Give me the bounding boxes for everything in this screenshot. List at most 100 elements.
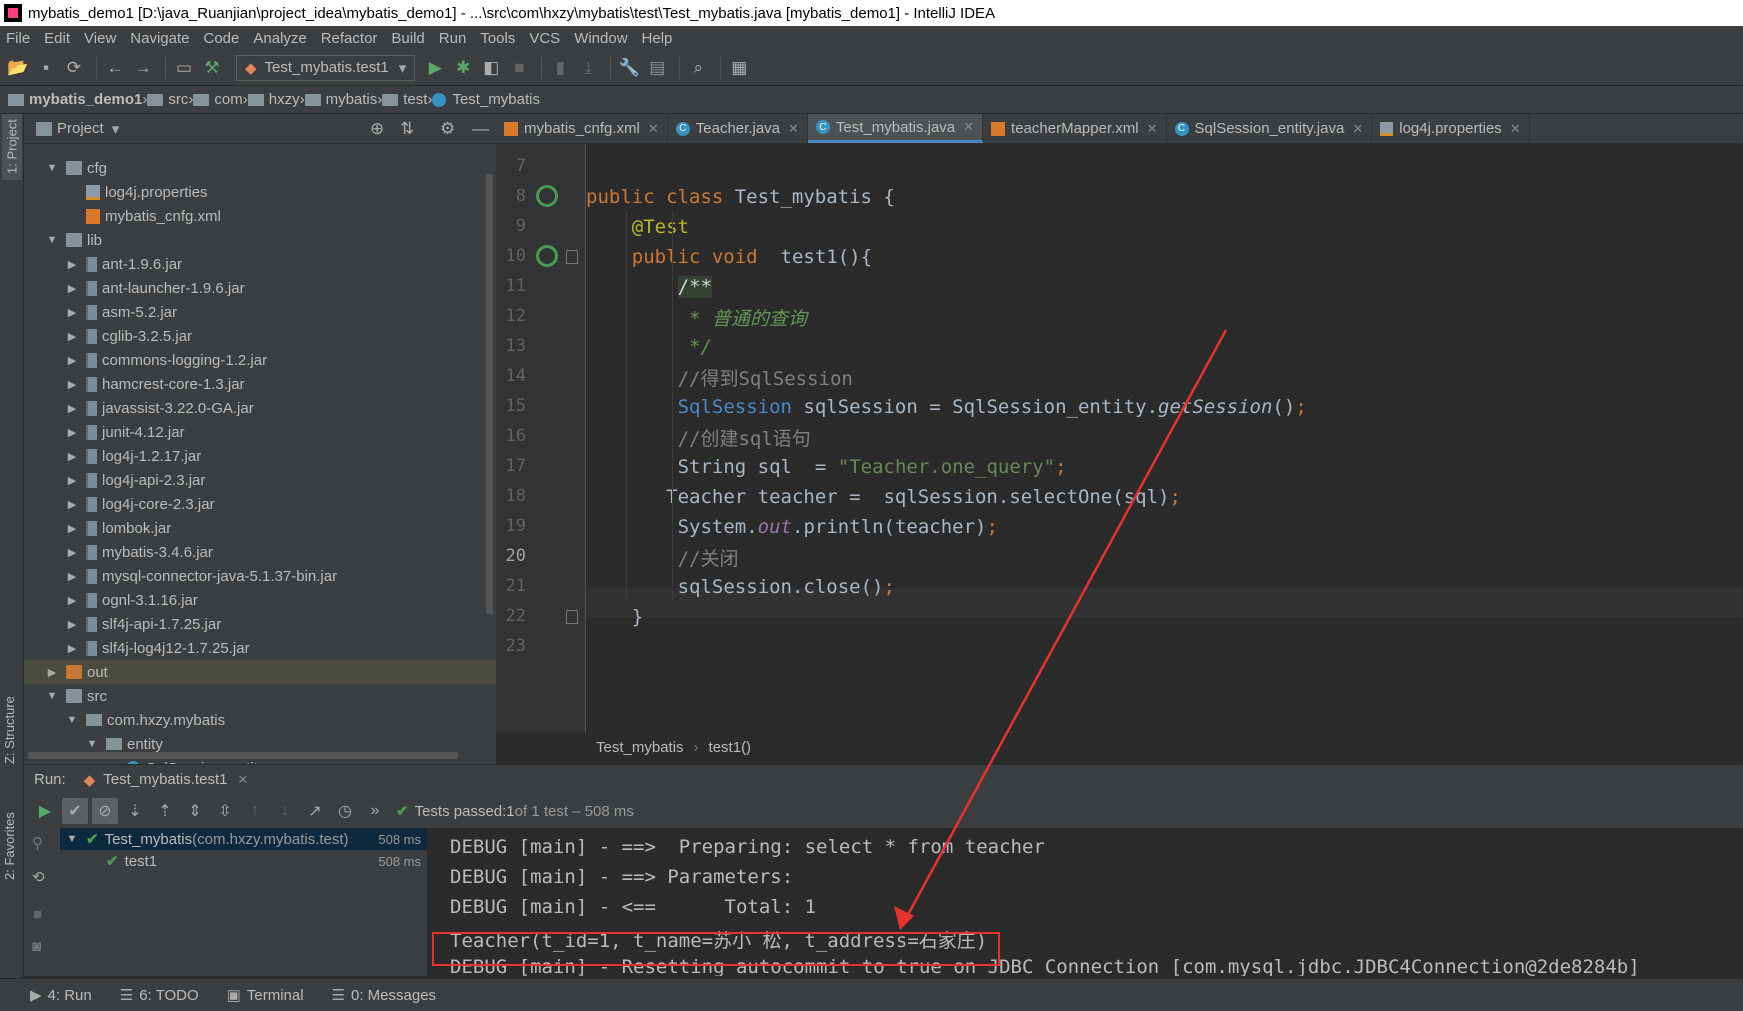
tree-item[interactable]: ▶ asm-5.2.jar: [24, 300, 496, 324]
menu-item-help[interactable]: Help: [642, 30, 673, 47]
restore-layout-icon[interactable]: ⟲: [32, 868, 45, 886]
tree-item[interactable]: ▶ log4j-api-2.3.jar: [24, 468, 496, 492]
expand-down-icon[interactable]: ▼: [46, 234, 58, 246]
settings-wrench-icon[interactable]: 🔧: [617, 56, 641, 80]
fold-marker-icon[interactable]: [566, 250, 578, 264]
tree-item[interactable]: ▶ ognl-3.1.16.jar: [24, 588, 496, 612]
tree-item[interactable]: ▼ com.hxzy.mybatis: [24, 708, 496, 732]
breadcrumb-item[interactable]: hxzy: [247, 91, 300, 108]
editor-tab[interactable]: teacherMapper.xml ✕: [983, 114, 1167, 143]
close-icon[interactable]: ✕: [963, 119, 974, 135]
hide-panel-icon[interactable]: —: [472, 119, 489, 139]
expand-right-icon[interactable]: ▶: [66, 330, 78, 343]
tree-item[interactable]: ▶ ant-launcher-1.9.6.jar: [24, 276, 496, 300]
tree-item[interactable]: ▶ out: [24, 660, 496, 684]
tree-item[interactable]: ▶ javassist-3.22.0-GA.jar: [24, 396, 496, 420]
tree-item[interactable]: log4j.properties: [24, 180, 496, 204]
search-icon[interactable]: ⌕: [686, 56, 710, 80]
export-icon[interactable]: ↗: [302, 798, 328, 824]
tree-item[interactable]: ▶ mysql-connector-java-5.1.37-bin.jar: [24, 564, 496, 588]
menu-item-refactor[interactable]: Refactor: [321, 30, 378, 47]
open-folder-icon[interactable]: 📂: [6, 56, 30, 80]
tree-item[interactable]: ▶ cglib-3.2.5.jar: [24, 324, 496, 348]
sort-duration-icon[interactable]: ⇡: [152, 798, 178, 824]
project-structure-folder-icon[interactable]: ▤: [645, 56, 669, 80]
project-tool-tab[interactable]: 1: Project: [2, 114, 22, 180]
expand-right-icon[interactable]: ▶: [66, 426, 78, 439]
menu-item-run[interactable]: Run: [439, 30, 467, 47]
menu-item-analyze[interactable]: Analyze: [253, 30, 306, 47]
show-ignored-icon[interactable]: ⊘: [92, 798, 118, 824]
expand-right-icon[interactable]: ▶: [66, 306, 78, 319]
menu-item-edit[interactable]: Edit: [44, 30, 70, 47]
expand-right-icon[interactable]: ▶: [66, 594, 78, 607]
expand-down-icon[interactable]: ▼: [46, 690, 58, 702]
breadcrumb-item[interactable]: test: [382, 91, 427, 108]
expand-right-icon[interactable]: ▶: [66, 258, 78, 271]
menu-item-navigate[interactable]: Navigate: [130, 30, 189, 47]
stop-icon[interactable]: ■: [507, 56, 531, 80]
expand-down-icon[interactable]: ▼: [66, 833, 78, 845]
forward-icon[interactable]: →: [131, 56, 155, 80]
status-tool-3[interactable]: ☰ 0: Messages: [332, 986, 437, 1005]
structure-tool-tab[interactable]: Z: Structure: [2, 680, 17, 764]
expand-right-icon[interactable]: ▶: [66, 498, 78, 511]
menu-item-window[interactable]: Window: [574, 30, 627, 47]
breadcrumb-item[interactable]: Test_mybatis: [432, 91, 540, 108]
save-all-icon[interactable]: ▪: [34, 56, 58, 80]
tree-item[interactable]: ▶ commons-logging-1.2.jar: [24, 348, 496, 372]
sort-alpha-icon[interactable]: ⇣: [122, 798, 148, 824]
fold-marker-icon[interactable]: [566, 610, 578, 624]
show-passed-icon[interactable]: ✔: [62, 798, 88, 824]
previous-failed-icon[interactable]: ↑: [242, 798, 268, 824]
expand-right-icon[interactable]: ▶: [66, 546, 78, 559]
vcs-update-icon[interactable]: ▮: [548, 56, 572, 80]
tree-item[interactable]: ▶ mybatis-3.4.6.jar: [24, 540, 496, 564]
project-horizontal-scrollbar[interactable]: [28, 752, 458, 759]
close-icon[interactable]: ✕: [648, 121, 659, 137]
expand-right-icon[interactable]: ▶: [46, 666, 58, 679]
debug-icon[interactable]: ✱: [451, 56, 475, 80]
camera-icon[interactable]: ◙: [32, 938, 41, 955]
back-icon[interactable]: ←: [103, 56, 127, 80]
history-clock-icon[interactable]: ◷: [332, 798, 358, 824]
coverage-icon[interactable]: ◧: [479, 56, 503, 80]
run-config-select[interactable]: ◆ Test_mybatis.test1 ▾: [236, 54, 416, 81]
status-tool-2[interactable]: ▣ Terminal: [227, 986, 304, 1005]
menu-item-build[interactable]: Build: [391, 30, 424, 47]
menu-item-vcs[interactable]: VCS: [529, 30, 560, 47]
expand-right-icon[interactable]: ▶: [66, 378, 78, 391]
run-icon[interactable]: ▶: [423, 56, 447, 80]
editor-tab[interactable]: C SqlSession_entity.java ✕: [1167, 114, 1373, 143]
menu-item-code[interactable]: Code: [203, 30, 239, 47]
editor-crumb-item[interactable]: Test_mybatis: [596, 739, 684, 756]
tree-item[interactable]: ▶ slf4j-log4j12-1.7.25.jar: [24, 636, 496, 660]
editor-tab[interactable]: C Test_mybatis.java ✕: [807, 114, 984, 143]
expand-right-icon[interactable]: ▶: [66, 450, 78, 463]
tree-item[interactable]: ▶ junit-4.12.jar: [24, 420, 496, 444]
build-hammer-icon[interactable]: ⚒: [200, 56, 224, 80]
editor-crumb-item[interactable]: test1(): [709, 739, 752, 756]
code-editor[interactable]: public class Test_mybatis {@Test public v…: [586, 144, 1743, 732]
project-structure-icon[interactable]: ▭: [172, 56, 196, 80]
menu-item-file[interactable]: File: [6, 30, 30, 47]
expand-down-icon[interactable]: ▼: [66, 714, 78, 726]
favorites-tool-tab[interactable]: 2: Favorites: [2, 786, 17, 880]
close-icon[interactable]: ✕: [237, 772, 248, 788]
breadcrumb-item[interactable]: com: [193, 91, 243, 108]
expand-right-icon[interactable]: ▶: [66, 642, 78, 655]
tree-item[interactable]: ▶ hamcrest-core-1.3.jar: [24, 372, 496, 396]
breadcrumb-item[interactable]: src: [147, 91, 188, 108]
tree-item[interactable]: ▼ src: [24, 684, 496, 708]
breadcrumb-item[interactable]: mybatis: [304, 91, 377, 108]
run-tab-label[interactable]: Test_mybatis.test1: [103, 771, 227, 788]
menu-item-view[interactable]: View: [84, 30, 116, 47]
editor-tab[interactable]: mybatis_cnfg.xml ✕: [496, 114, 668, 143]
editor-tab[interactable]: C Teacher.java ✕: [668, 114, 808, 143]
test-tree-row[interactable]: ▼ ✔ Test_mybatis (com.hxzy.mybatis.test) 50…: [60, 828, 427, 850]
expand-down-icon[interactable]: ▼: [86, 738, 98, 750]
expand-right-icon[interactable]: ▶: [66, 402, 78, 415]
chevron-down-icon[interactable]: ▾: [112, 120, 120, 138]
test-tree-row[interactable]: ✔ test1 508 ms: [60, 850, 427, 872]
expand-down-icon[interactable]: ▼: [46, 162, 58, 174]
